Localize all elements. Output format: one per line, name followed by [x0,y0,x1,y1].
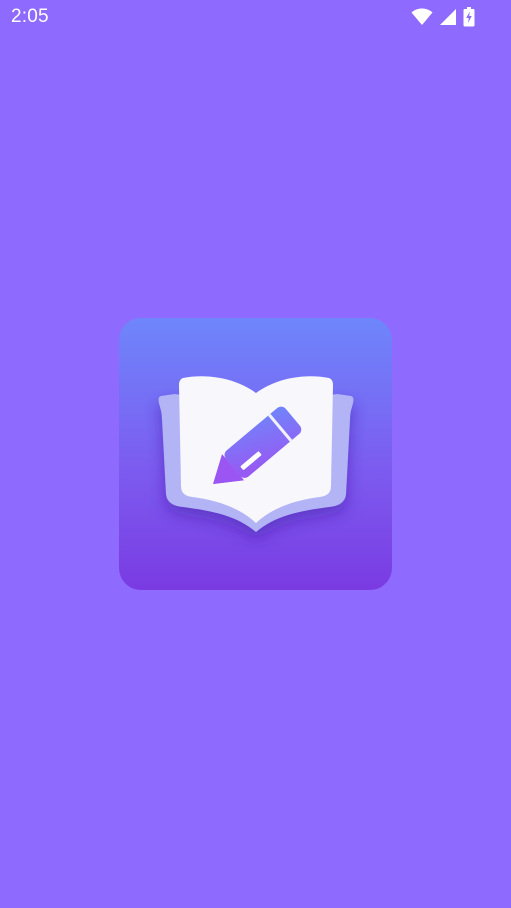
cellular-signal-icon [439,8,457,26]
status-time: 2:05 [11,6,49,27]
app-logo [119,318,392,590]
splash-screen: 2:05 [0,0,511,908]
wifi-icon [411,8,433,26]
status-icons [411,6,475,28]
battery-charging-icon [463,7,475,27]
book-with-pencil-icon [158,376,354,532]
status-bar: 2:05 [0,0,511,34]
